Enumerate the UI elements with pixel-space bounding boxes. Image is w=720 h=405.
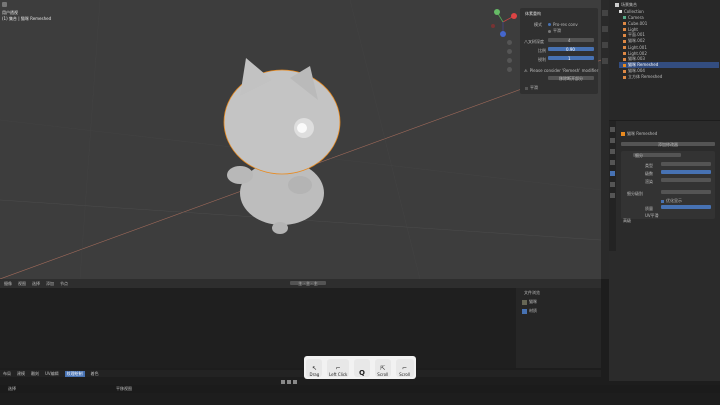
sharpness-field[interactable]: 1 — [548, 56, 594, 61]
quality-field[interactable] — [661, 205, 711, 209]
jump-end-icon[interactable] — [293, 380, 297, 384]
type-field[interactable] — [661, 162, 711, 166]
warning-icon: ⚠ — [524, 68, 528, 73]
workspace-tab[interactable]: 雕刻 — [31, 371, 39, 377]
key-overlay: ↖ Drag ⌐ Left Click Q ⇱ Scroll ⌐ Scroll — [304, 356, 416, 379]
workspace-tab[interactable]: 建模 — [17, 371, 25, 377]
remesh-operator-panel[interactable]: 体素重构 模式 Pro-res conv 平滑 八叉树深度 4 比例 0.90 … — [520, 8, 598, 94]
octree-label: 八叉树深度 — [524, 39, 544, 44]
menu-item[interactable]: 视图 — [18, 281, 26, 287]
status-left: 选择 — [8, 386, 16, 391]
smooth-checkbox[interactable]: 平滑 — [525, 85, 538, 91]
play-icon[interactable] — [287, 380, 291, 384]
key-q: Q — [353, 358, 370, 377]
scene-collection-icon — [615, 3, 619, 7]
render-label: 渲染 — [645, 179, 653, 184]
mode-label: 模式 — [534, 22, 542, 27]
scale-field[interactable]: 0.90 — [548, 47, 594, 52]
object-icon — [621, 132, 625, 136]
modifier-name-field[interactable]: 细分 — [633, 153, 681, 158]
quality-label: 质量 — [645, 206, 653, 211]
cat-model[interactable] — [223, 58, 341, 234]
mode-option-1[interactable]: Pro-res conv — [548, 22, 578, 27]
jump-start-icon[interactable] — [281, 380, 285, 384]
3d-viewport[interactable]: 用户透视 (1) 集合 | 猫咪 Remeshed 体素重构 模式 Pro-re… — [0, 0, 601, 279]
status-middle: 平移视图 — [116, 386, 132, 391]
type-label: 类型 — [645, 163, 653, 168]
render-field[interactable] — [661, 178, 711, 182]
workspace-tab-active[interactable]: 纹理绘制 — [64, 370, 85, 377]
uv-label: UV平滑 — [645, 213, 659, 218]
subdiv-field[interactable] — [661, 190, 711, 194]
levels-label: 级数 — [645, 171, 653, 176]
key-drag: ↖ Drag — [306, 358, 323, 377]
subdiv-label: 细分级别 — [627, 191, 643, 196]
camera-icon[interactable] — [507, 58, 512, 63]
workspace-tab[interactable]: 着色 — [91, 371, 99, 377]
workspace-tab[interactable]: UV编辑 — [45, 371, 59, 377]
remove-disconnected-button[interactable]: 移除断开部分 — [548, 76, 594, 81]
playback-controls — [280, 380, 298, 384]
optimal-display-checkbox[interactable]: 优化显示 — [661, 198, 682, 204]
properties-tabs[interactable] — [609, 121, 616, 251]
viewport-header — [2, 2, 9, 7]
menu-item[interactable]: 节点 — [60, 281, 68, 287]
status-bar: 选择 平移视图 — [0, 385, 720, 393]
add-modifier-button[interactable]: 添加修改器 — [621, 142, 715, 147]
menu-item[interactable]: 选择 — [32, 281, 40, 287]
key-scroll-2: ⌐ Scroll — [395, 358, 414, 377]
file-browser-panel[interactable]: 文件浏览 猫咪 材质 — [516, 288, 601, 368]
mode-option-2[interactable]: 平滑 — [548, 28, 561, 34]
navigation-gizmo[interactable] — [487, 6, 519, 38]
lower-header: 摄像 视图 选择 添加 节点 主 · 主 · 主 — [0, 279, 601, 288]
view-icon[interactable] — [2, 2, 7, 7]
outliner-item[interactable]: 立方体 Remeshed — [619, 74, 719, 80]
menu-item[interactable]: 摄像 — [4, 281, 12, 287]
workspace-tabs: 布局 建模 雕刻 UV编辑 纹理绘制 着色 — [0, 370, 601, 377]
scale-label: 比例 — [538, 48, 546, 53]
perspective-icon[interactable] — [507, 67, 512, 72]
key-scroll: ⇱ Scroll — [374, 358, 391, 377]
file-browser-item[interactable]: 材质 — [522, 308, 537, 314]
properties-panel[interactable]: 猫咪 Remeshed 添加修改器 细分 类型 级数 渲染 细分级别 优化显示 … — [609, 121, 720, 381]
sharpness-label: 锐利 — [538, 57, 546, 62]
viewport-sidebar-tabs[interactable] — [601, 0, 609, 279]
file-browser-title: 文件浏览 — [524, 290, 540, 295]
modifier-tab-icon — [610, 171, 615, 176]
viewport-collection-info: (1) 集合 | 猫咪 Remeshed — [2, 16, 52, 21]
key-left-click: ⌐ Left Click — [327, 358, 350, 377]
remesh-panel-title: 体素重构 — [525, 11, 541, 16]
menu-item[interactable]: 添加 — [46, 281, 54, 287]
node-editor-area[interactable] — [0, 288, 516, 368]
slot-selector[interactable]: 主 · 主 · 主 — [290, 281, 326, 286]
remesh-warning: ⚠ Please consider 'Remesh' modifier — [524, 68, 599, 73]
octree-field[interactable]: 4 — [548, 38, 594, 43]
pan-icon[interactable] — [507, 49, 512, 54]
properties-object-row: 猫咪 Remeshed — [621, 131, 657, 137]
workspace-tab[interactable]: 布局 — [3, 371, 11, 377]
viewport-nav-buttons — [507, 40, 513, 72]
outliner-list: Collection Camera Cube.001 Light 平面.001 … — [619, 8, 719, 80]
modifier-block[interactable]: 细分 类型 级数 渲染 细分级别 优化显示 质量 UV平滑 — [621, 151, 715, 219]
advanced-section[interactable]: 高级 — [623, 218, 631, 224]
lower-header-menu: 摄像 视图 选择 添加 节点 — [4, 281, 74, 287]
outliner-panel[interactable]: 场景集合 Collection Camera Cube.001 Light 平面… — [609, 0, 720, 120]
levels-field[interactable] — [661, 170, 711, 174]
file-browser-item[interactable]: 猫咪 — [522, 299, 537, 305]
zoom-icon[interactable] — [507, 40, 512, 45]
